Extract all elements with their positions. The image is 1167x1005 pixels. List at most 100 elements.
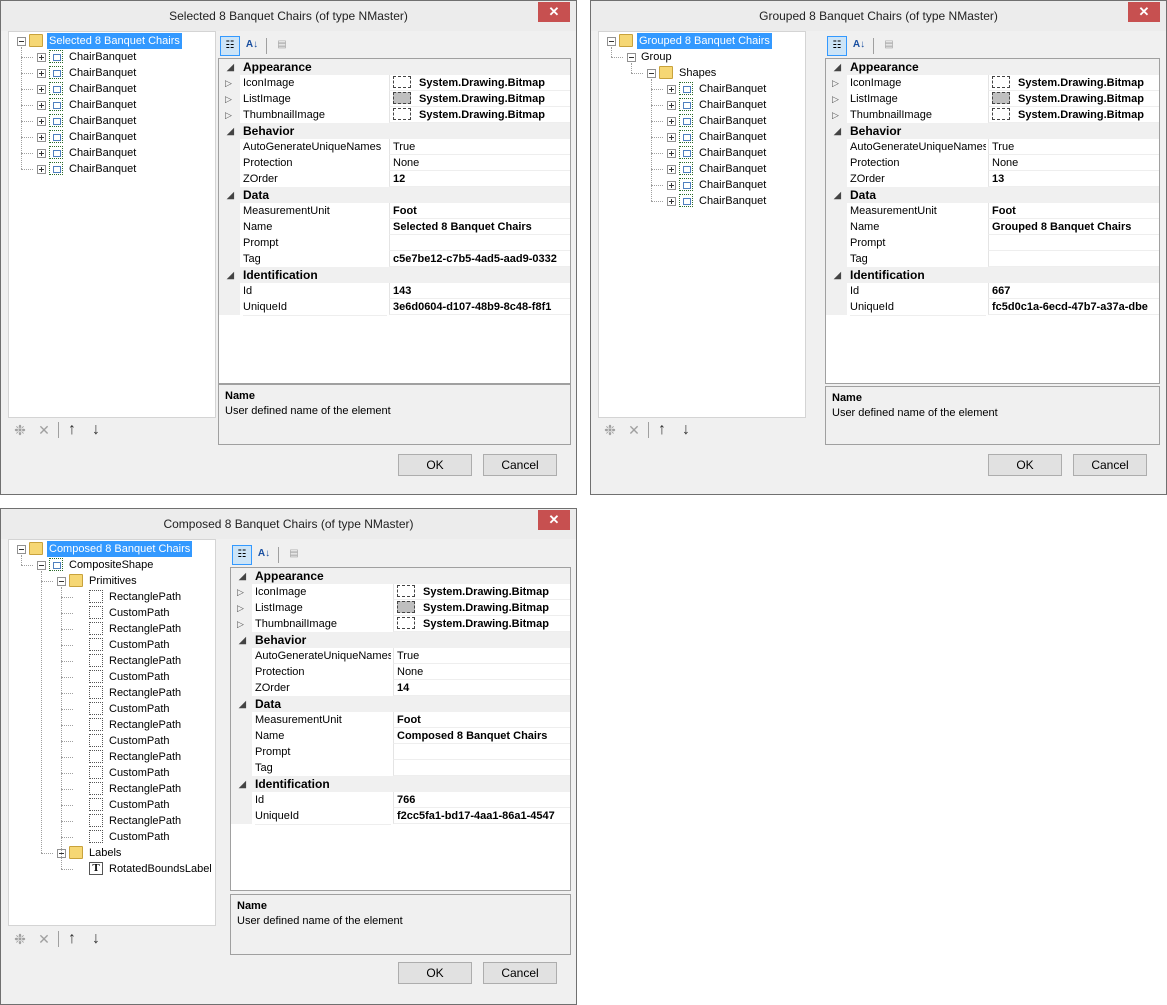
expand-icon[interactable] <box>37 165 46 174</box>
element-tree[interactable]: Grouped 8 Banquet Chairs Group Shapes Chair… <box>598 31 806 418</box>
property-category[interactable]: ◢ Identification <box>826 267 1159 283</box>
property-row[interactable]: MeasurementUnit Foot <box>826 203 1159 220</box>
property-value[interactable]: None <box>988 155 1159 171</box>
property-row[interactable]: ▷ IconImage System.Drawing.Bitmap <box>231 584 570 601</box>
move-down-icon[interactable]: ↓ <box>88 931 104 947</box>
expand-property-icon[interactable]: ▷ <box>237 600 244 616</box>
property-row[interactable]: ▷ IconImage System.Drawing.Bitmap <box>826 75 1159 92</box>
tree-node[interactable]: ChairBanquet <box>599 177 799 193</box>
expand-icon[interactable] <box>37 117 46 126</box>
tree-node[interactable]: ChairBanquet <box>9 145 209 161</box>
expand-property-icon[interactable]: ▷ <box>832 91 839 107</box>
property-category[interactable]: ◢ Identification <box>219 267 570 283</box>
tree-node[interactable]: CustomPath <box>9 669 209 685</box>
tree-node[interactable]: ChairBanquet <box>9 81 209 97</box>
property-category[interactable]: ◢ Behavior <box>231 632 570 648</box>
property-row[interactable]: ▷ ListImage System.Drawing.Bitmap <box>826 91 1159 108</box>
property-row[interactable]: ▷ ThumbnailImage System.Drawing.Bitmap <box>219 107 570 124</box>
property-value[interactable]: None <box>393 664 570 680</box>
property-grid[interactable]: ◢ Appearance ▷ IconImage System.Drawing.Bitm… <box>230 567 571 891</box>
expand-icon[interactable] <box>667 165 676 174</box>
property-row[interactable]: Name Grouped 8 Banquet Chairs <box>826 219 1159 236</box>
tree-node[interactable]: Selected 8 Banquet Chairs <box>9 33 209 49</box>
property-category[interactable]: ◢ Behavior <box>219 123 570 139</box>
property-row[interactable]: ▷ ListImage System.Drawing.Bitmap <box>231 600 570 617</box>
property-value[interactable]: f2cc5fa1-bd17-4aa1-86a1-4547 <box>393 808 570 824</box>
expand-icon[interactable] <box>667 117 676 126</box>
tree-node[interactable]: ChairBanquet <box>599 81 799 97</box>
property-value[interactable]: Foot <box>393 712 570 728</box>
property-category[interactable]: ◢ Identification <box>231 776 570 792</box>
property-value[interactable]: 12 <box>389 171 570 187</box>
property-category[interactable]: ◢ Appearance <box>219 59 570 75</box>
expand-icon[interactable] <box>667 101 676 110</box>
property-value[interactable]: 3e6d0604-d107-48b9-8c48-f8f1 <box>389 299 570 315</box>
expand-icon[interactable] <box>667 149 676 158</box>
property-value[interactable]: System.Drawing.Bitmap <box>988 75 1159 91</box>
tree-node[interactable]: CustomPath <box>9 637 209 653</box>
property-value[interactable]: Grouped 8 Banquet Chairs <box>988 219 1159 235</box>
collapse-category-icon[interactable]: ◢ <box>227 187 234 203</box>
property-category[interactable]: ◢ Appearance <box>231 568 570 584</box>
property-value[interactable]: System.Drawing.Bitmap <box>393 600 570 616</box>
move-up-icon[interactable]: ↑ <box>64 931 80 947</box>
property-row[interactable]: UniqueId f2cc5fa1-bd17-4aa1-86a1-4547 <box>231 808 570 825</box>
property-value[interactable] <box>393 744 570 760</box>
property-value[interactable]: True <box>988 139 1159 155</box>
property-value[interactable]: Foot <box>389 203 570 219</box>
tree-node[interactable]: Shapes <box>599 65 799 81</box>
new-item-icon[interactable]: ❉ <box>12 931 28 947</box>
property-value[interactable]: 13 <box>988 171 1159 187</box>
tree-node[interactable]: RectanglePath <box>9 653 209 669</box>
property-row[interactable]: Prompt <box>219 235 570 252</box>
alphabetical-button[interactable]: A↓ <box>242 36 262 56</box>
expand-icon[interactable] <box>667 181 676 190</box>
property-grid[interactable]: ◢ Appearance ▷ IconImage System.Drawing.Bitm… <box>825 58 1160 384</box>
property-value[interactable]: System.Drawing.Bitmap <box>389 107 570 123</box>
property-row[interactable]: Protection None <box>219 155 570 172</box>
tree-node[interactable]: RectanglePath <box>9 813 209 829</box>
close-button[interactable]: ✕ <box>538 2 570 22</box>
collapse-icon[interactable] <box>37 561 46 570</box>
expand-property-icon[interactable]: ▷ <box>225 91 232 107</box>
property-row[interactable]: MeasurementUnit Foot <box>231 712 570 729</box>
property-row[interactable]: Prompt <box>826 235 1159 252</box>
move-down-icon[interactable]: ↓ <box>678 422 694 438</box>
collapse-category-icon[interactable]: ◢ <box>227 123 234 139</box>
property-value[interactable] <box>389 235 570 251</box>
tree-node[interactable]: CustomPath <box>9 765 209 781</box>
close-button[interactable]: ✕ <box>538 510 570 530</box>
tree-node[interactable]: CustomPath <box>9 733 209 749</box>
property-row[interactable]: ▷ ThumbnailImage System.Drawing.Bitmap <box>231 616 570 633</box>
property-value[interactable]: True <box>389 139 570 155</box>
expand-property-icon[interactable]: ▷ <box>832 75 839 91</box>
tree-node[interactable]: ChairBanquet <box>599 113 799 129</box>
property-value[interactable]: True <box>393 648 570 664</box>
collapse-icon[interactable] <box>607 37 616 46</box>
tree-node[interactable]: RectanglePath <box>9 717 209 733</box>
tree-node[interactable]: Composed 8 Banquet Chairs <box>9 541 209 557</box>
close-button[interactable]: ✕ <box>1128 2 1160 22</box>
property-row[interactable]: UniqueId fc5d0c1a-6ecd-47b7-a37a-dbe <box>826 299 1159 316</box>
property-row[interactable]: ZOrder 12 <box>219 171 570 188</box>
cancel-button[interactable]: Cancel <box>1073 454 1147 476</box>
property-row[interactable]: MeasurementUnit Foot <box>219 203 570 220</box>
categorized-button[interactable]: ☷ <box>232 545 252 565</box>
property-value[interactable]: Foot <box>988 203 1159 219</box>
property-row[interactable]: Name Composed 8 Banquet Chairs <box>231 728 570 745</box>
expand-icon[interactable] <box>667 133 676 142</box>
property-row[interactable]: ▷ ListImage System.Drawing.Bitmap <box>219 91 570 108</box>
new-item-icon[interactable]: ❉ <box>602 422 618 438</box>
ok-button[interactable]: OK <box>398 454 472 476</box>
property-row[interactable]: AutoGenerateUniqueNames True <box>826 139 1159 156</box>
property-category[interactable]: ◢ Data <box>231 696 570 712</box>
tree-node[interactable]: ChairBanquet <box>599 161 799 177</box>
property-row[interactable]: Tag <box>231 760 570 777</box>
alphabetical-button[interactable]: A↓ <box>254 545 274 565</box>
categorized-button[interactable]: ☷ <box>827 36 847 56</box>
property-value[interactable]: c5e7be12-c7b5-4ad5-aad9-0332 <box>389 251 570 267</box>
tree-node[interactable]: CustomPath <box>9 701 209 717</box>
collapse-category-icon[interactable]: ◢ <box>227 59 234 75</box>
tree-node[interactable]: Labels <box>9 845 209 861</box>
tree-node[interactable]: ChairBanquet <box>9 129 209 145</box>
